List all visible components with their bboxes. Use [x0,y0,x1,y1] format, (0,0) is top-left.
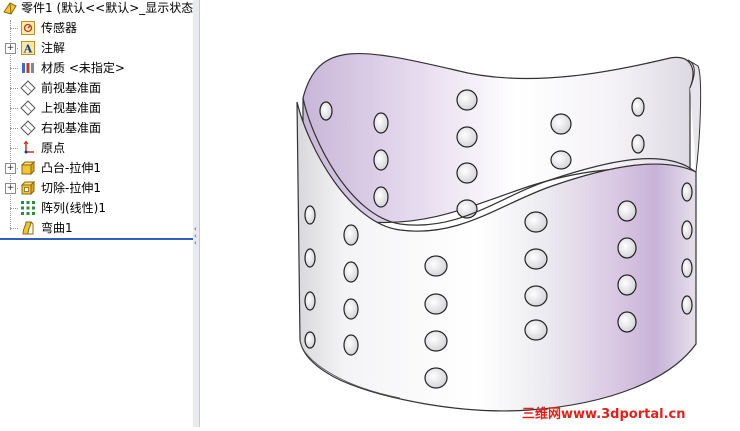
plane-icon [20,100,36,116]
linear-pattern-icon [21,201,35,215]
plane-icon [20,120,36,136]
tree-item-flex[interactable]: 弯曲1 [0,218,190,238]
tree-item-linear-pattern[interactable]: 阵列(线性)1 [0,198,190,218]
tree-item-sensors[interactable]: 传感器 [0,18,190,38]
feature-manager-tree: 零件1 (默认<<默认>_显示状态 传感器 + A 注解 材质 <未指定> 前视… [0,0,194,427]
tree-item-label: 注解 [41,41,66,55]
flexed-band-model [296,53,702,412]
tree-item-label: 原点 [41,141,66,155]
tree-item-label: 上视基准面 [41,101,102,115]
panel-splitter[interactable] [193,0,200,427]
flex-icon [22,221,34,235]
svg-text:A: A [23,43,33,56]
tree-root-label: 零件1 (默认<<默认>_显示状态 [21,1,194,15]
extrude-cut-icon [20,180,36,196]
graphics-viewport[interactable] [200,0,740,427]
tree-item-label: 右视基准面 [41,121,102,135]
rollback-bar[interactable] [0,238,193,240]
tree-item-label: 切除-拉伸1 [41,181,101,195]
tree-item-label: 材质 <未指定> [41,61,125,75]
watermark-text: 三维网www.3dportal.cn [522,407,686,422]
tree-item-label: 阵列(线性)1 [41,201,106,215]
part-icon [3,2,17,15]
collapse-arrows-icon[interactable]: ‹ ‹ ‹ [194,226,197,247]
annotation-icon: A [21,41,35,56]
plane-icon [20,80,36,96]
tree-item-right-plane[interactable]: 右视基准面 [0,118,190,138]
tree-item-annotations[interactable]: + A 注解 [0,38,190,58]
expand-toggle[interactable]: + [5,163,16,174]
material-icon [22,63,34,73]
tree-item-label: 传感器 [41,21,78,35]
origin-icon [23,140,34,154]
tree-item-origin[interactable]: 原点 [0,138,190,158]
tree-item-top-plane[interactable]: 上视基准面 [0,98,190,118]
tree-item-label: 弯曲1 [41,221,73,235]
tree-item-front-plane[interactable]: 前视基准面 [0,78,190,98]
tree-item-label: 前视基准面 [41,81,102,95]
sensor-icon [21,21,35,35]
extrude-boss-icon [20,160,36,176]
tree-item-label: 凸台-拉伸1 [41,161,101,175]
expand-toggle[interactable]: + [5,43,16,54]
tree-item-boss-extrude[interactable]: + 凸台-拉伸1 [0,158,190,178]
tree-item-material[interactable]: 材质 <未指定> [0,58,190,78]
tree-item-cut-extrude[interactable]: + 切除-拉伸1 [0,178,190,198]
expand-toggle[interactable]: + [5,183,16,194]
